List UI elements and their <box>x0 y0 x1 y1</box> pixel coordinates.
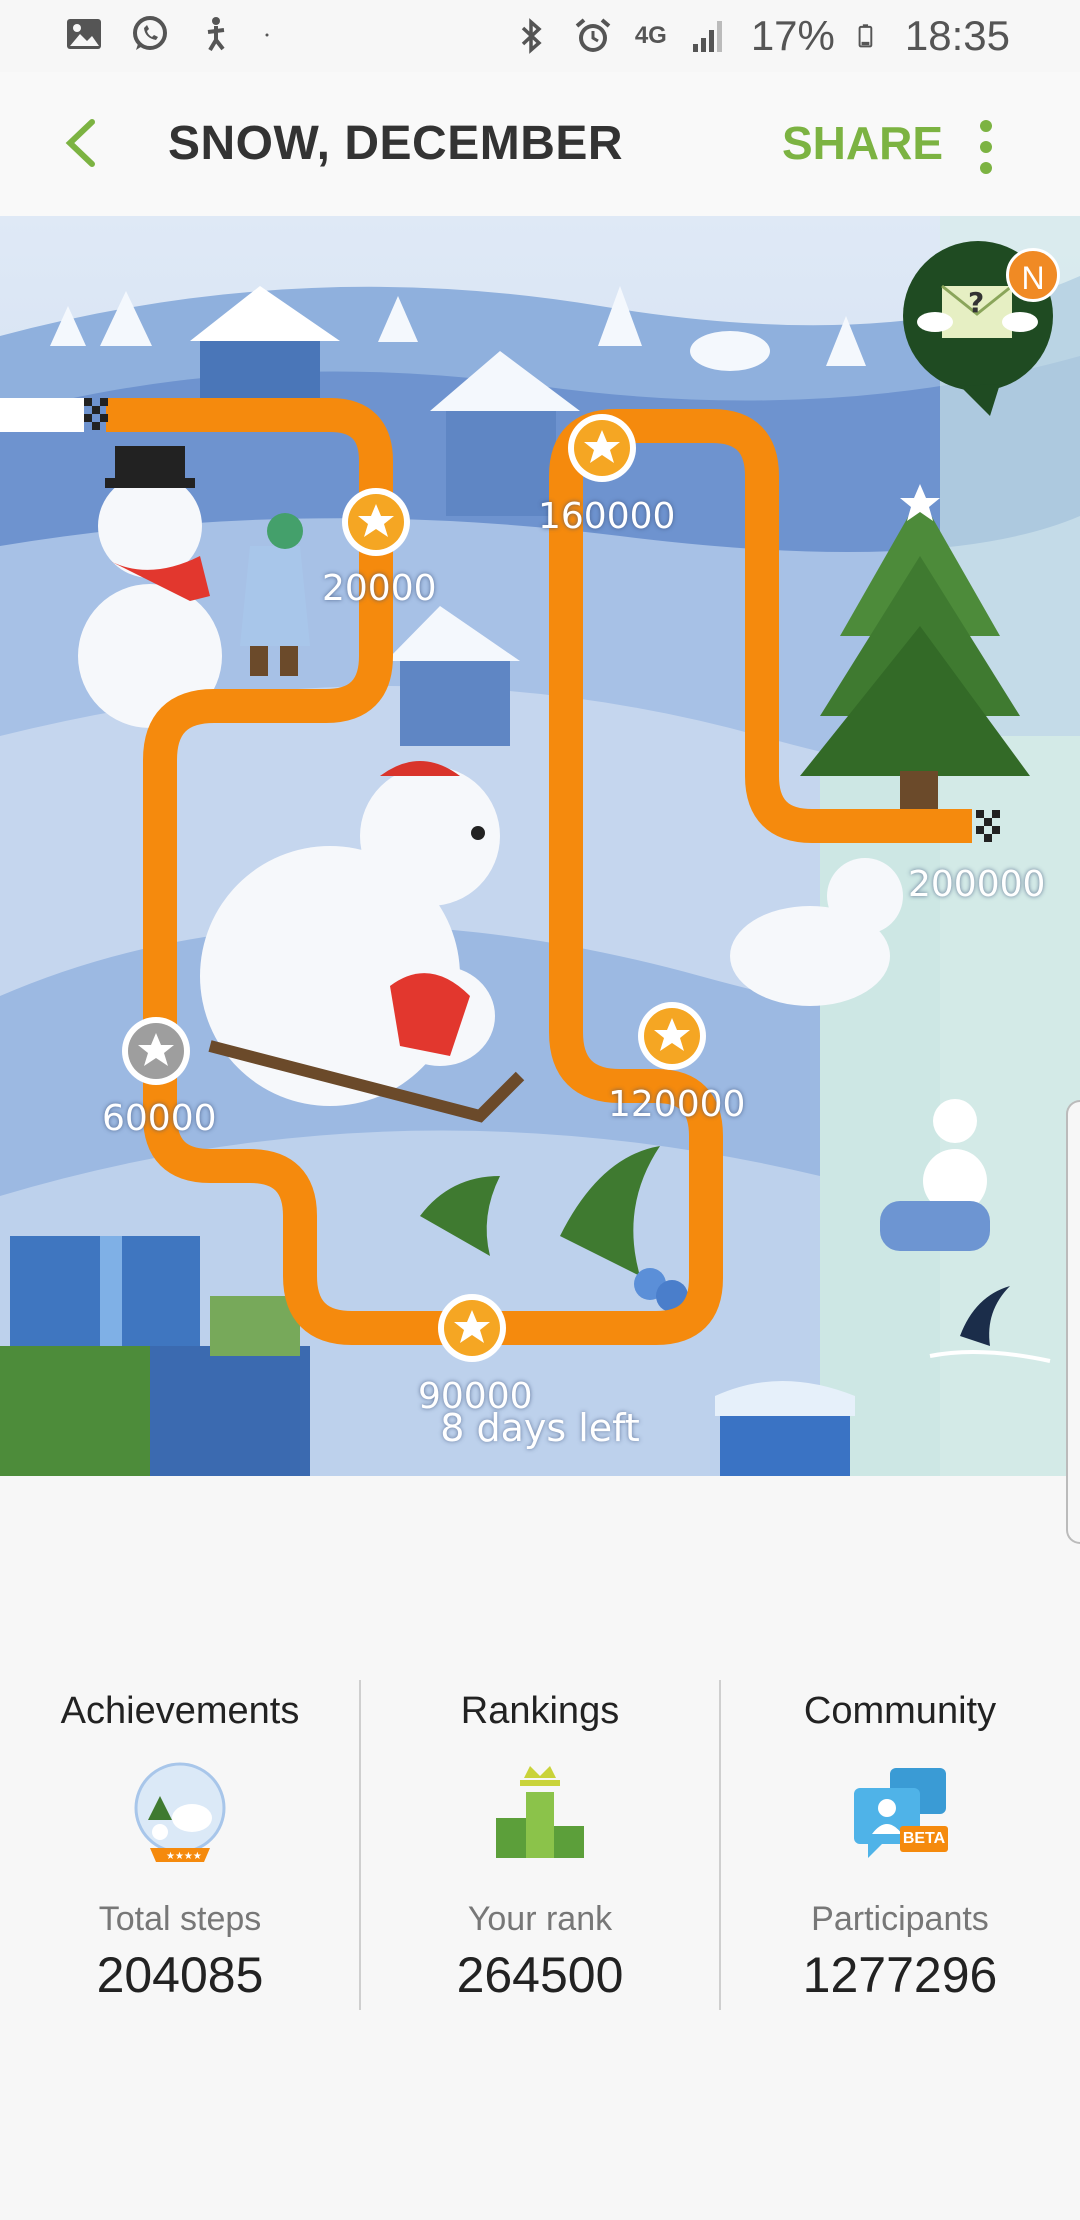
battery-icon <box>858 24 873 48</box>
podium-icon <box>496 1766 584 1858</box>
edge-panel-handle[interactable] <box>1066 1100 1080 1544</box>
svg-text:★★★★: ★★★★ <box>166 1851 202 1862</box>
achievements-section[interactable]: Achievements ★★★★ Total steps 204085 <box>0 1680 360 2010</box>
share-button[interactable]: SHARE <box>782 116 943 170</box>
app-bar: SNOW, DECEMBER SHARE <box>0 72 1080 218</box>
map-illustration: ? <box>0 216 1080 1476</box>
total-steps-label: Total steps <box>98 1900 262 1938</box>
days-left: 8 days left <box>440 1406 640 1450</box>
milestone-label: 200000 <box>908 864 1046 905</box>
beta-badge: BETA <box>902 1830 946 1847</box>
dot-icon <box>265 33 269 37</box>
back-icon[interactable] <box>50 110 116 176</box>
snow-globe-icon: ★★★★ <box>134 1762 226 1862</box>
milestone-label: 120000 <box>608 1084 746 1125</box>
rankings-title: Rankings <box>460 1690 620 1732</box>
stats-panel: Achievements ★★★★ Total steps 204085 Ran… <box>0 1680 1080 2010</box>
community-title: Community <box>803 1690 997 1732</box>
signal-icon <box>692 21 722 52</box>
status-bar: 4G 17% 18:35 <box>0 0 1080 72</box>
milestone-90000-star[interactable] <box>438 1294 506 1362</box>
your-rank-value: 264500 <box>456 1947 624 2003</box>
milestone-120000-star[interactable] <box>638 1002 706 1070</box>
milestone-label: 20000 <box>322 568 437 609</box>
total-steps-value: 204085 <box>96 1947 264 2003</box>
gallery-icon <box>67 19 101 49</box>
achievements-title: Achievements <box>60 1690 300 1732</box>
your-rank-label: Your rank <box>467 1900 613 1938</box>
milestone-label: 160000 <box>538 496 676 537</box>
rankings-section[interactable]: Rankings Your rank 264500 <box>360 1680 720 2010</box>
battery-percent: 17% <box>750 12 835 59</box>
page-title: SNOW, DECEMBER <box>168 117 624 170</box>
milestone-20000-star[interactable] <box>342 488 410 556</box>
new-badge: N <box>1006 248 1060 302</box>
bluetooth-icon <box>521 18 542 54</box>
milestone-60000-star[interactable] <box>122 1017 190 1085</box>
svg-text:?: ? <box>968 286 984 319</box>
milestone-160000-star[interactable] <box>568 414 636 482</box>
accessibility-icon <box>207 17 225 52</box>
network-type: 4G <box>634 22 667 49</box>
more-options-icon[interactable] <box>966 112 1006 182</box>
community-section[interactable]: Community BETA Participants 1277296 <box>720 1680 1080 2010</box>
challenge-map: ? 20000 60000 90000 120000 160000 200000 <box>0 216 1080 1476</box>
alarm-icon <box>575 18 611 52</box>
milestone-label: 60000 <box>102 1098 217 1139</box>
clock: 18:35 <box>904 12 1010 59</box>
participants-label: Participants <box>811 1900 989 1938</box>
whatsapp-icon <box>133 16 167 50</box>
community-chat-icon <box>854 1768 948 1858</box>
participants-value: 1277296 <box>802 1947 998 2003</box>
